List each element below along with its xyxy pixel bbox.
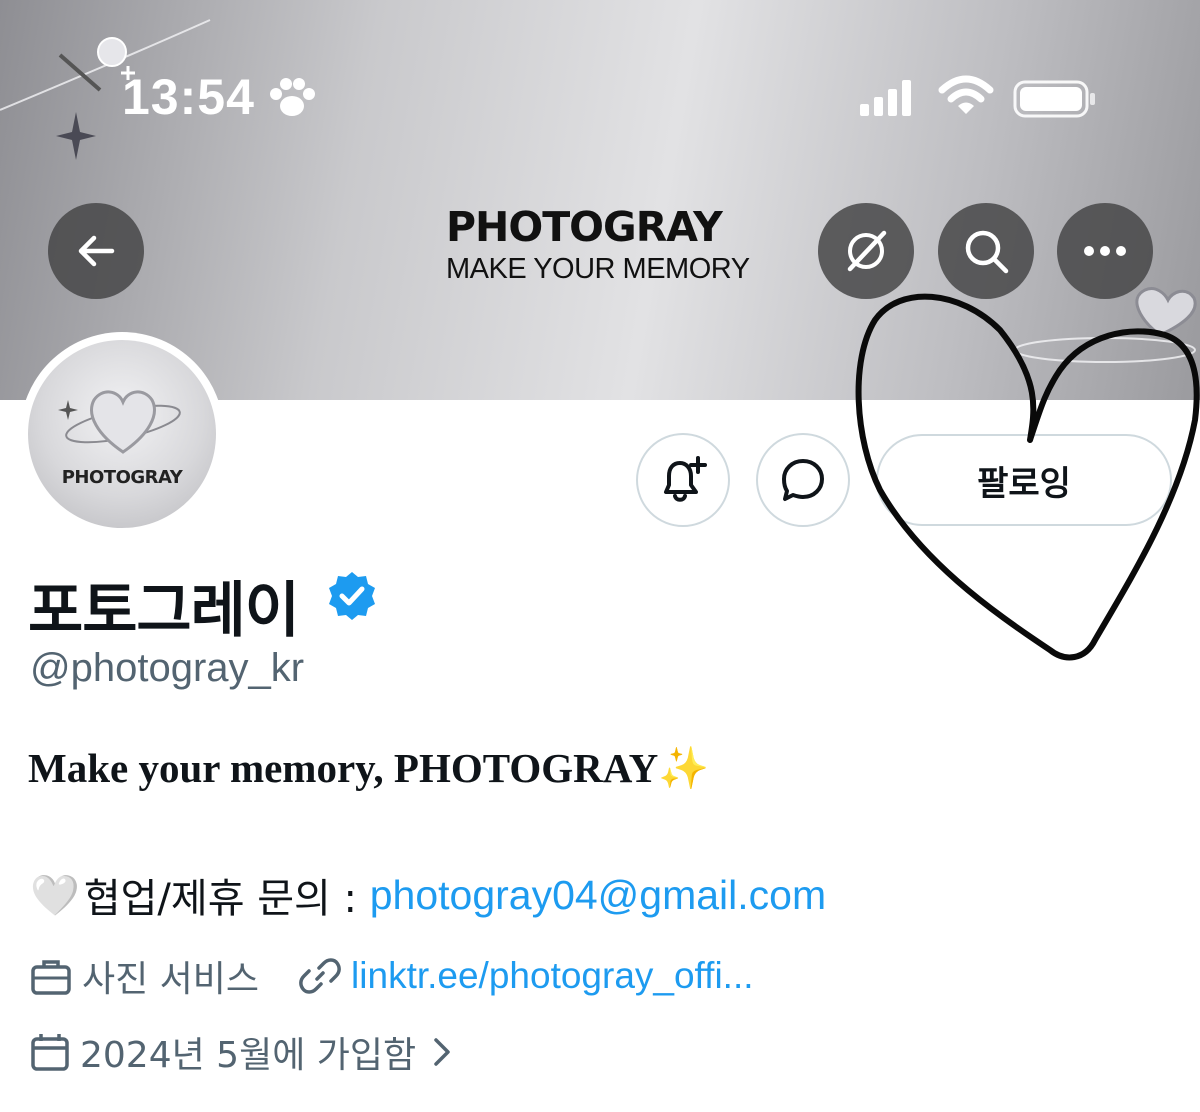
briefcase-icon (30, 956, 72, 996)
profile-category: 사진 서비스 (82, 959, 260, 1000)
sparkles-emoji: ✨ (658, 744, 710, 792)
banner-brand: PHOTOGRAY MAKE YOUR MEMORY (446, 203, 756, 286)
white-heart-emoji: 🤍 (30, 872, 80, 919)
calendar-icon (30, 1032, 70, 1072)
avatar-text: PHOTOGRAY (61, 467, 183, 488)
banner-heart-icon (1014, 287, 1197, 363)
status-time: 13:54 (122, 69, 255, 125)
back-arrow-icon (78, 235, 115, 267)
more-icon (1084, 246, 1126, 256)
bio-email-link[interactable]: photogray04@gmail.com (370, 872, 826, 919)
bell-plus-icon (664, 456, 707, 502)
avatar-image: PHOTOGRAY (28, 340, 216, 528)
back-button[interactable] (48, 203, 144, 299)
verified-badge-icon[interactable] (326, 570, 378, 622)
battery-icon (1013, 80, 1095, 118)
profile-banner: 13:54 PHOTOGRAY MAKE YOUR MEMORY (0, 0, 1200, 400)
cellular-signal-icon (860, 80, 911, 116)
profile-avatar[interactable]: PHOTOGRAY (20, 332, 224, 536)
bio-contact-label: 협업/제휴 문의 : (83, 876, 370, 922)
brand-name: PHOTOGRAY (446, 203, 723, 251)
bio-text: Make your memory, PHOTOGRAY (28, 745, 659, 791)
grok-button[interactable] (818, 203, 914, 299)
grok-icon (847, 230, 887, 272)
profile-meta-row: 사진 서비스 linktr.ee/photogray_offi... (30, 950, 754, 1002)
bio-line-1: Make your memory, PHOTOGRAY✨ (28, 744, 709, 793)
paw-icon (270, 78, 315, 116)
bio-line-2: 🤍 협업/제휴 문의 : photogray04@gmail.com (30, 866, 826, 924)
chevron-right-icon (432, 1036, 452, 1068)
join-date: 2024년 5월에 가입함 (80, 1035, 417, 1076)
avatar-heart-icon (58, 390, 181, 454)
profile-handle: @photogray_kr (30, 646, 305, 690)
display-name: 포토그레이 (28, 576, 300, 646)
brand-tagline: MAKE YOUR MEMORY (446, 253, 750, 285)
following-button[interactable]: 팔로잉 (876, 434, 1172, 526)
link-icon (299, 955, 341, 997)
search-icon (965, 230, 1009, 274)
notification-subscribe-button[interactable] (636, 433, 730, 527)
wifi-icon (938, 75, 994, 114)
join-date-row[interactable]: 2024년 5월에 가입함 (30, 1026, 452, 1078)
message-icon (782, 459, 824, 501)
message-button[interactable] (756, 433, 850, 527)
profile-website-link[interactable]: linktr.ee/photogray_offi... (351, 955, 753, 997)
